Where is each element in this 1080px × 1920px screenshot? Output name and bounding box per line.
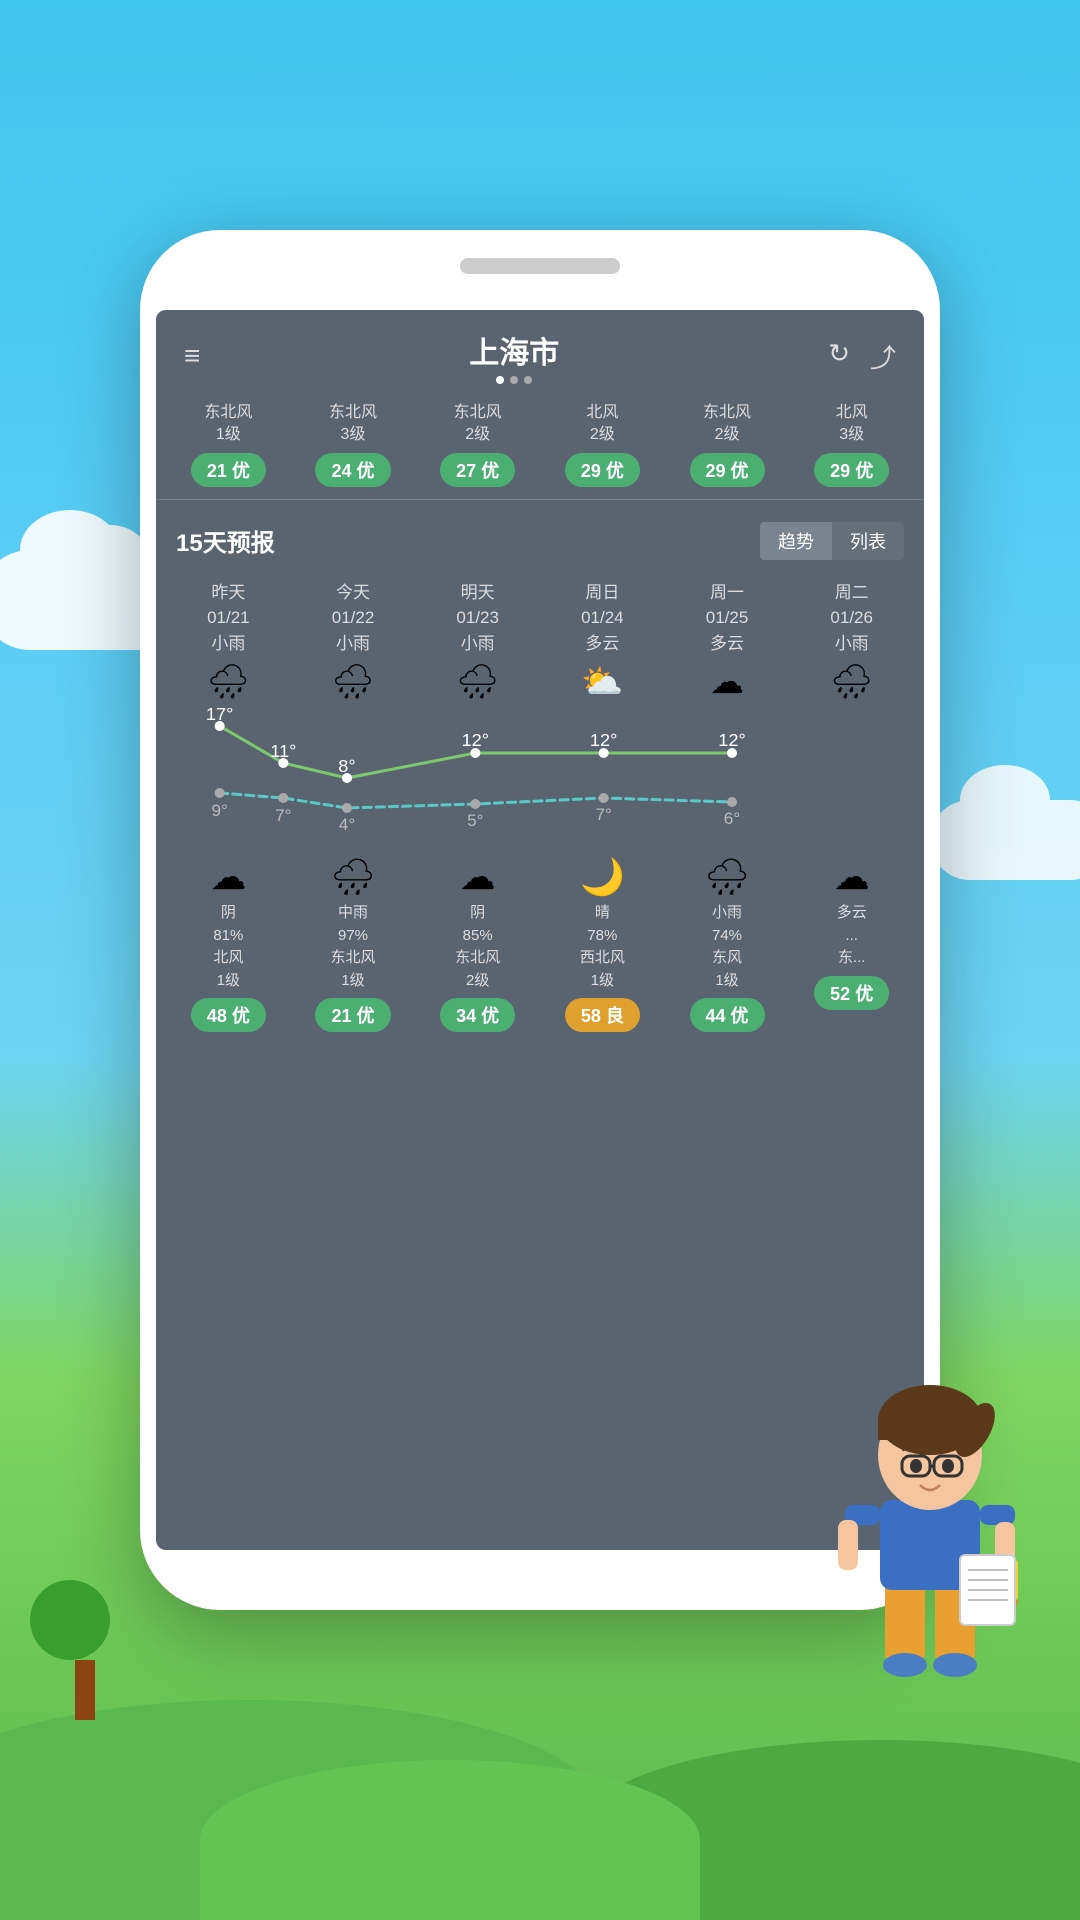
svg-text:6°: 6° xyxy=(724,809,740,828)
weather-icon-3: ⛅ xyxy=(540,662,665,702)
pagination-dots xyxy=(469,376,559,384)
day-col-0: 昨天01/21小雨 🌧 xyxy=(166,580,291,709)
aqi-badge-0: 21 优 xyxy=(191,453,266,487)
svg-text:12°: 12° xyxy=(590,730,617,750)
aqi-badge-4: 29 优 xyxy=(690,453,765,487)
tree-trunk xyxy=(75,1660,95,1720)
tab-list[interactable]: 列表 xyxy=(832,522,904,560)
svg-text:4°: 4° xyxy=(339,815,355,834)
bottom-col-4: 🌧 小雨74%东风1级 44 优 xyxy=(665,856,790,1032)
day-col-4: 周一01/25多云 ☁ xyxy=(665,580,790,709)
bottom-aqi-0: 48 优 xyxy=(191,998,266,1032)
weather-icon-5: 🌧 xyxy=(789,662,914,702)
weather-icon-4: ☁ xyxy=(665,662,790,702)
dot-2 xyxy=(510,376,518,384)
wind-item-4: 东北风2级 29 优 xyxy=(665,402,790,487)
day-col-5: 周二01/26小雨 🌧 xyxy=(789,580,914,709)
wind-item-3: 北风2级 29 优 xyxy=(540,402,665,487)
phone-notch xyxy=(460,258,620,274)
bottom-aqi-3: 58 良 xyxy=(565,998,640,1032)
forecast-tabs: 趋势 列表 xyxy=(760,522,904,560)
day-col-2: 明天01/23小雨 🌧 xyxy=(415,580,540,709)
header-center: 上海市 xyxy=(469,328,559,384)
aqi-badge-3: 29 优 xyxy=(565,453,640,487)
bottom-col-1: 🌧 中雨97%东北风1级 21 优 xyxy=(291,856,416,1032)
bottom-icon-5: ☁ xyxy=(789,856,914,898)
header-right-icons: ↻ ⤴ xyxy=(828,338,896,375)
bottom-col-3: 🌙 晴78%西北风1级 58 良 xyxy=(540,856,665,1032)
bottom-icon-3: 🌙 xyxy=(540,856,665,898)
weather-icon-1: 🌧 xyxy=(291,662,416,702)
svg-text:5°: 5° xyxy=(467,811,483,830)
svg-text:17°: 17° xyxy=(206,708,233,724)
tab-trend[interactable]: 趋势 xyxy=(760,522,832,560)
chart-svg: 17° 11° 8° 12° 12° 12° 9° 7° 4° 5° 7° 6° xyxy=(156,708,924,838)
bottom-col-0: ☁ 阴81%北风1级 48 优 xyxy=(166,856,291,1032)
wind-item-5: 北风3级 29 优 xyxy=(789,402,914,487)
day-col-3: 周日01/24多云 ⛅ xyxy=(540,580,665,709)
temperature-chart: 17° 11° 8° 12° 12° 12° 9° 7° 4° 5° 7° 6° xyxy=(156,708,924,838)
bottom-icon-2: ☁ xyxy=(415,856,540,898)
bottom-aqi-4: 44 优 xyxy=(690,998,765,1032)
tree xyxy=(60,1580,110,1720)
svg-text:11°: 11° xyxy=(270,741,296,761)
refresh-icon[interactable]: ↻ xyxy=(828,338,850,375)
character xyxy=(820,1360,1040,1740)
bottom-icon-0: ☁ xyxy=(166,856,291,898)
wind-item-0: 东北风1级 21 优 xyxy=(166,402,291,487)
aqi-badge-2: 27 优 xyxy=(440,453,515,487)
wind-aqi-row: 东北风1级 21 优 东北风3级 24 优 东北风2级 27 优 北风2级 29… xyxy=(156,394,924,487)
bottom-icon-4: 🌧 xyxy=(665,856,790,898)
svg-text:12°: 12° xyxy=(718,730,745,750)
svg-text:7°: 7° xyxy=(275,806,291,825)
hill-3 xyxy=(200,1760,700,1920)
aqi-badge-1: 24 优 xyxy=(315,453,390,487)
bottom-section: ☁ 阴81%北风1级 48 优 🌧 中雨97%东北风1级 21 优 ☁ 阴85%… xyxy=(156,838,924,1040)
city-label: 上海市 xyxy=(469,328,559,372)
svg-text:8°: 8° xyxy=(338,756,355,776)
forecast-header: 15天预报 趋势 列表 xyxy=(156,512,924,570)
bottom-icons-row: ☁ 阴81%北风1级 48 优 🌧 中雨97%东北风1级 21 优 ☁ 阴85%… xyxy=(156,848,924,1040)
svg-text:12°: 12° xyxy=(462,730,489,750)
tree-top xyxy=(30,1580,110,1660)
bottom-col-5: ☁ 多云...东... 52 优 xyxy=(789,856,914,1032)
forecast-title: 15天预报 xyxy=(176,523,275,558)
cloud-right xyxy=(930,800,1080,880)
svg-text:7°: 7° xyxy=(595,805,611,824)
divider-1 xyxy=(156,499,924,500)
wind-item-1: 东北风3级 24 优 xyxy=(291,402,416,487)
bottom-aqi-1: 21 优 xyxy=(315,998,390,1032)
bottom-aqi-5: 52 优 xyxy=(814,976,889,1010)
days-row: 昨天01/21小雨 🌧 今天01/22小雨 🌧 明天01/23小雨 🌧 周日01… xyxy=(156,570,924,709)
aqi-badge-5: 29 优 xyxy=(814,453,889,487)
wind-item-2: 东北风2级 27 优 xyxy=(415,402,540,487)
dot-1 xyxy=(496,376,504,384)
character-svg xyxy=(820,1360,1040,1740)
bottom-aqi-2: 34 优 xyxy=(440,998,515,1032)
svg-text:9°: 9° xyxy=(211,801,227,820)
share-icon[interactable]: ⤴ xyxy=(870,338,896,375)
day-col-1: 今天01/22小雨 🌧 xyxy=(291,580,416,709)
weather-icon-0: 🌧 xyxy=(166,662,291,702)
phone-screen: ≡ 上海市 ↻ ⤴ 东北风1级 21 优 东北风3级 2 xyxy=(156,310,924,1550)
weather-icon-2: 🌧 xyxy=(415,662,540,702)
dot-3 xyxy=(524,376,532,384)
bottom-icon-1: 🌧 xyxy=(291,856,416,898)
menu-icon[interactable]: ≡ xyxy=(184,340,200,372)
bottom-col-2: ☁ 阴85%东北风2级 34 优 xyxy=(415,856,540,1032)
app-header: ≡ 上海市 ↻ ⤴ xyxy=(156,310,924,394)
